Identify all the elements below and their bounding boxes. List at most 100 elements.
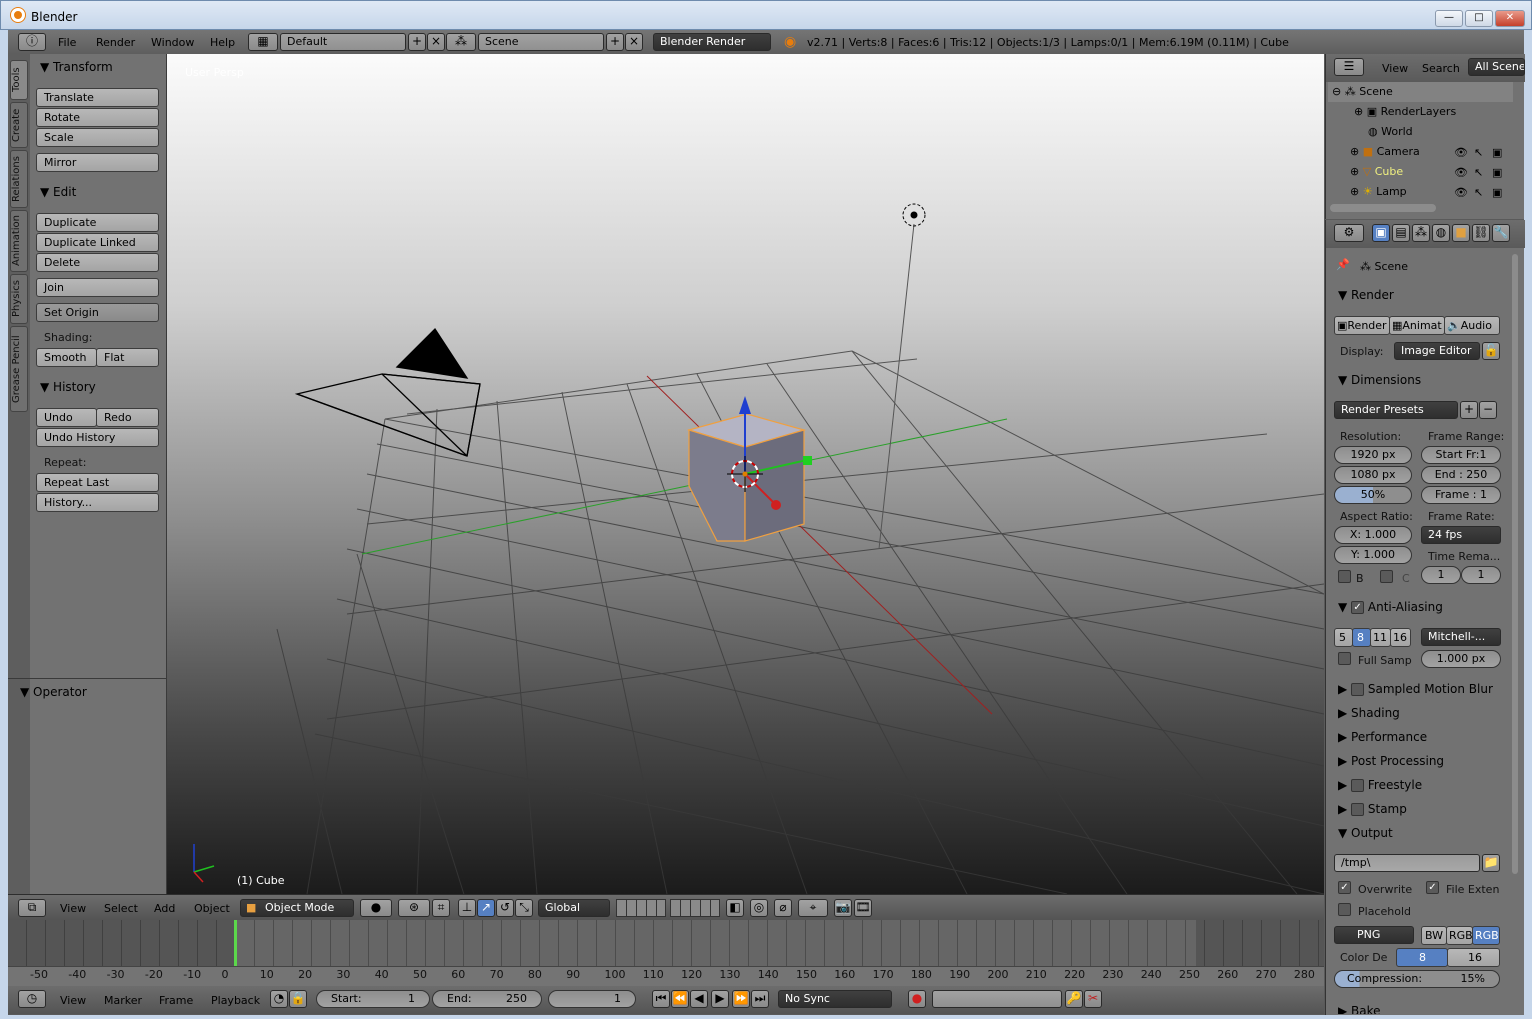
frame-step-prop[interactable]: Frame : 1 (1421, 486, 1501, 504)
overwrite-checkbox[interactable]: ✓ (1338, 881, 1351, 894)
stamp-checkbox[interactable] (1351, 803, 1365, 816)
aa-samples-11[interactable]: 11 (1370, 628, 1391, 647)
crop-checkbox[interactable] (1380, 570, 1393, 583)
render-anim-icon[interactable]: 🎞 (854, 899, 872, 917)
current-frame-marker[interactable] (234, 920, 237, 966)
undo-history-button[interactable]: Undo History (36, 428, 159, 447)
scale-button[interactable]: Scale (36, 128, 159, 147)
mode-select[interactable]: Object Mode (240, 899, 354, 917)
rgb-button[interactable]: RGB (1446, 926, 1473, 945)
transform-orientation-select[interactable]: Global (538, 899, 610, 917)
resolution-percent-field[interactable]: 50% (1334, 486, 1412, 504)
translate-button[interactable]: Translate (36, 88, 159, 107)
remove-scene-icon[interactable]: × (625, 33, 643, 51)
placeholders-checkbox[interactable] (1338, 903, 1351, 916)
play-reverse-icon[interactable]: ◀ (690, 990, 708, 1008)
compression-slider[interactable]: Compression: 15% (1334, 970, 1500, 988)
full-sample-checkbox[interactable] (1338, 652, 1351, 665)
delete-keyframe-icon[interactable]: ✂ (1084, 990, 1102, 1008)
lock-layers-icon[interactable]: ◧ (726, 899, 744, 917)
timeline[interactable]: -50 -40 -30 -20 -10 0 10 20 30 40 50 60 70 80 90 100 110… (8, 920, 1324, 986)
rotate-button[interactable]: Rotate (36, 108, 159, 127)
output-panel-header[interactable]: ▼ Output (1338, 826, 1393, 840)
visibility-eye-icon[interactable]: 👁 (1454, 166, 1468, 179)
select-arrow-icon[interactable]: ↖ (1474, 166, 1483, 179)
outliner-scrollbar[interactable] (1330, 204, 1436, 212)
jump-end-icon[interactable]: ⏭ (751, 990, 769, 1008)
redo-button[interactable]: Redo (96, 408, 159, 427)
outliner-item-renderlayers[interactable]: ⊕ ▣ RenderLayers (1328, 102, 1513, 122)
stamp-panel[interactable]: ▶ Stamp (1338, 802, 1407, 816)
translate-manipulator-icon[interactable]: ↗ (477, 899, 495, 917)
scene-icon[interactable]: ⁂ (446, 33, 476, 51)
play-icon[interactable]: ▶ (711, 990, 729, 1008)
operator-panel-header[interactable]: ▼ Operator (20, 685, 87, 699)
add-preset-icon[interactable]: + (1460, 401, 1478, 419)
editor-type-outliner-icon[interactable]: ☰ (1334, 58, 1364, 76)
menu-help[interactable]: Help (210, 36, 235, 49)
time-remap-old-field[interactable]: 1 (1421, 566, 1461, 584)
tab-create[interactable]: Create (10, 102, 28, 148)
sync-mode-select[interactable]: No Sync (778, 990, 892, 1008)
pin-icon[interactable]: 📌 (1336, 258, 1350, 271)
proportional-edit-icon[interactable]: ◎ (750, 899, 768, 917)
scene-tab-icon[interactable]: ⁂ (1412, 224, 1430, 242)
rotate-manipulator-icon[interactable]: ↺ (496, 899, 514, 917)
render-camera-icon[interactable]: ▣ (1492, 186, 1502, 199)
viewport-shading-icon[interactable]: ● (360, 899, 392, 917)
editor-type-3d-icon[interactable]: ⧉ (18, 899, 46, 917)
scene-field[interactable]: Scene (478, 33, 604, 51)
auto-keying-record-icon[interactable]: ● (908, 990, 926, 1008)
anti-aliasing-checkbox[interactable]: ✓ (1351, 601, 1365, 614)
layout-field[interactable]: Default (280, 33, 406, 51)
performance-panel[interactable]: ▶ Performance (1338, 730, 1427, 744)
render-engine-select[interactable]: Blender Render (653, 33, 771, 51)
tab-physics[interactable]: Physics (10, 274, 28, 324)
current-frame-field[interactable]: 1 (548, 990, 636, 1008)
transform-panel-header[interactable]: ▼ Transform (40, 60, 113, 74)
aspect-y-field[interactable]: Y: 1.000 (1334, 546, 1412, 564)
menu-view-timeline[interactable]: View (60, 994, 86, 1007)
start-frame-field[interactable]: Start: 1 (316, 990, 430, 1008)
constraints-tab-icon[interactable]: ⛓ (1472, 224, 1490, 242)
outliner-search-menu[interactable]: Search (1422, 62, 1460, 75)
pivot-point-icon[interactable]: ⊛ (398, 899, 430, 917)
rgba-button[interactable]: RGB (1472, 926, 1500, 945)
render-button[interactable]: ▣Render (1334, 316, 1390, 335)
sampled-motion-blur-panel[interactable]: ▶ Sampled Motion Blur (1338, 682, 1493, 696)
screen-layout-icon[interactable]: ▦ (248, 33, 278, 51)
manipulator-toggle-icon[interactable]: ⌗ (432, 899, 450, 917)
remove-preset-icon[interactable]: − (1479, 401, 1497, 419)
menu-window[interactable]: Window (151, 36, 194, 49)
tab-tools[interactable]: Tools (10, 60, 28, 100)
menu-render[interactable]: Render (96, 36, 135, 49)
add-scene-icon[interactable]: + (606, 33, 624, 51)
start-frame-prop[interactable]: Start Fr:1 (1421, 446, 1501, 464)
visibility-eye-icon[interactable]: 👁 (1454, 146, 1468, 159)
freestyle-checkbox[interactable] (1351, 779, 1365, 792)
dimensions-panel-header[interactable]: ▼ Dimensions (1338, 373, 1421, 387)
add-layout-icon[interactable]: + (408, 33, 426, 51)
properties-scrollbar[interactable] (1512, 254, 1518, 874)
outliner-view-menu[interactable]: View (1382, 62, 1408, 75)
menu-marker[interactable]: Marker (104, 994, 142, 1007)
jump-start-icon[interactable]: ⏮ (652, 990, 670, 1008)
file-extensions-checkbox[interactable]: ✓ (1426, 881, 1439, 894)
outliner-item-cube[interactable]: ⊕ ▽ Cube (1328, 162, 1513, 182)
animation-button[interactable]: ▦Animat (1389, 316, 1445, 335)
audio-button[interactable]: 🔈Audio (1444, 316, 1500, 335)
outliner-item-lamp[interactable]: ⊕ ☀ Lamp (1328, 182, 1513, 202)
display-select[interactable]: Image Editor (1394, 342, 1480, 360)
time-remap-new-field[interactable]: 1 (1461, 566, 1501, 584)
outliner-item-camera[interactable]: ⊕ ■ Camera (1328, 142, 1513, 162)
fps-select[interactable]: 24 fps (1421, 526, 1501, 544)
motion-blur-checkbox[interactable] (1351, 683, 1365, 696)
border-checkbox[interactable] (1338, 570, 1351, 583)
tab-animation[interactable]: Animation (10, 210, 28, 272)
color-depth-8-button[interactable]: 8 (1396, 948, 1448, 967)
render-presets-select[interactable]: Render Presets (1334, 401, 1458, 419)
scale-manipulator-icon[interactable]: ⤡ (515, 899, 533, 917)
lock-interface-icon[interactable]: 🔓 (1482, 342, 1500, 360)
menu-view[interactable]: View (60, 902, 86, 915)
menu-file[interactable]: File (58, 36, 76, 49)
